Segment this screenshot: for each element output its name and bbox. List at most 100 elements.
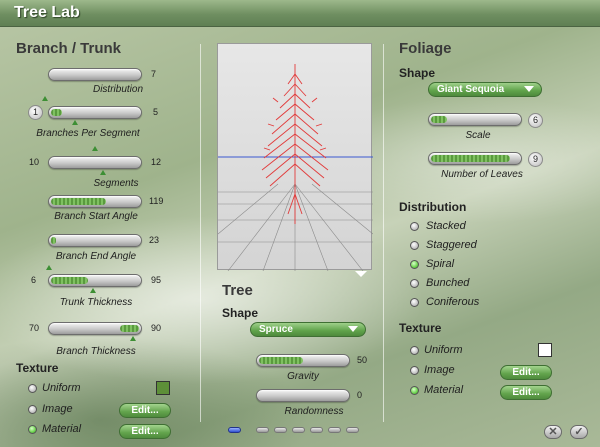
branch-texture-material-edit-button[interactable]: Edit... bbox=[119, 424, 171, 439]
foliage-texture-image-edit-button[interactable]: Edit... bbox=[500, 365, 552, 380]
distribution-radio-staggered[interactable] bbox=[410, 241, 419, 250]
ground-grid bbox=[217, 183, 374, 272]
foliage-scale-label: Scale bbox=[465, 130, 491, 141]
pager-dot-7[interactable] bbox=[346, 427, 359, 433]
foliage-texture-label-uniform: Uniform bbox=[424, 344, 463, 356]
randomness-slider[interactable] bbox=[256, 389, 350, 402]
trunk-min-marker bbox=[46, 265, 52, 270]
branch-texture-radio-uniform[interactable] bbox=[28, 384, 37, 393]
foliage-texture-radio-uniform[interactable] bbox=[410, 346, 419, 355]
branch-texture-color-swatch[interactable] bbox=[156, 381, 170, 395]
foliage-texture-radio-material[interactable] bbox=[410, 386, 419, 395]
branch-end-angle-fill bbox=[51, 237, 56, 244]
trunk-thickness-slider[interactable] bbox=[48, 274, 142, 287]
number-of-leaves-slider[interactable] bbox=[428, 152, 522, 165]
distribution-value: 7 bbox=[151, 69, 157, 79]
segments-slider[interactable] bbox=[48, 156, 142, 169]
pager-dot-6[interactable] bbox=[328, 427, 341, 433]
pager-dot-1[interactable] bbox=[228, 427, 241, 433]
branch-texture-title: Texture bbox=[16, 361, 59, 375]
foliage-texture-color-swatch[interactable] bbox=[538, 343, 552, 357]
tree-lab-window: Tree Lab Branch / Trunk 7 Distribution 1… bbox=[0, 0, 600, 447]
trunk-max-value: 95 bbox=[151, 275, 162, 285]
branch-trunk-title: Branch / Trunk bbox=[16, 40, 122, 57]
left-divider bbox=[200, 44, 201, 422]
tree-shape-value: Spruce bbox=[259, 324, 293, 335]
branch-thickness-min-value: 70 bbox=[29, 323, 40, 333]
branches-per-segment-slider[interactable] bbox=[48, 106, 142, 119]
gravity-slider[interactable] bbox=[256, 354, 350, 367]
pager-dot-3[interactable] bbox=[274, 427, 287, 433]
foliage-title: Foliage bbox=[399, 40, 452, 57]
foliage-texture-radio-image[interactable] bbox=[410, 366, 419, 375]
branch-end-angle-slider[interactable] bbox=[48, 234, 142, 247]
distribution-label-bunched: Bunched bbox=[426, 277, 470, 289]
branches-per-segment-fill bbox=[51, 109, 62, 116]
distribution-radio-stacked[interactable] bbox=[410, 222, 419, 231]
branches-min-value: 1 bbox=[28, 105, 43, 120]
title-bar: Tree Lab bbox=[0, 0, 600, 27]
tree-shape-dropdown[interactable]: Spruce bbox=[250, 322, 366, 337]
branch-thickness-label: Branch Thickness bbox=[56, 346, 136, 357]
randomness-value: 0 bbox=[357, 390, 363, 400]
tree-preview-canvas bbox=[217, 64, 374, 272]
branch-texture-radio-material[interactable] bbox=[28, 425, 37, 434]
close-icon: ✕ bbox=[548, 426, 558, 438]
branches-per-segment-label: Branches Per Segment bbox=[36, 128, 140, 139]
pager-dot-4[interactable] bbox=[292, 427, 305, 433]
foliage-texture-label-material: Material bbox=[424, 384, 464, 396]
segments-min-marker bbox=[92, 146, 98, 151]
distribution-radio-coniferous[interactable] bbox=[410, 298, 419, 307]
preview-expand-icon[interactable] bbox=[355, 271, 367, 277]
pager-dot-2[interactable] bbox=[256, 427, 269, 433]
distribution-label-coniferous: Coniferous bbox=[426, 296, 480, 308]
branches-max-value: 5 bbox=[153, 107, 159, 117]
distribution-title: Distribution bbox=[399, 200, 467, 214]
branch-end-angle-value: 23 bbox=[149, 235, 160, 245]
branches-max-marker bbox=[72, 120, 78, 125]
branch-thickness-max-value: 90 bbox=[151, 323, 162, 333]
tree-model bbox=[261, 64, 329, 224]
foliage-shape-value: Giant Sequoia bbox=[437, 84, 505, 95]
randomness-label: Randomness bbox=[284, 406, 344, 417]
trunk-max-marker bbox=[90, 288, 96, 293]
branches-min-marker bbox=[42, 96, 48, 101]
distribution-label-staggered: Staggered bbox=[426, 239, 477, 251]
trunk-min-value: 6 bbox=[31, 275, 37, 285]
gravity-value: 50 bbox=[357, 355, 368, 365]
checkmark-icon: ✓ bbox=[574, 426, 584, 438]
distribution-radio-bunched[interactable] bbox=[410, 279, 419, 288]
branch-start-angle-fill bbox=[51, 198, 106, 205]
segments-label: Segments bbox=[93, 178, 139, 189]
chevron-down-icon bbox=[348, 326, 358, 332]
number-of-leaves-label: Number of Leaves bbox=[441, 169, 523, 180]
branch-texture-label-uniform: Uniform bbox=[42, 382, 81, 394]
distribution-label: Distribution bbox=[92, 84, 144, 95]
distribution-slider[interactable] bbox=[48, 68, 142, 81]
branch-texture-label-image: Image bbox=[42, 403, 73, 415]
right-divider bbox=[383, 44, 384, 422]
confirm-button[interactable]: ✓ bbox=[570, 425, 588, 439]
branch-texture-image-edit-button[interactable]: Edit... bbox=[119, 403, 171, 418]
close-button[interactable]: ✕ bbox=[544, 425, 562, 439]
foliage-texture-material-edit-button[interactable]: Edit... bbox=[500, 385, 552, 400]
distribution-label-stacked: Stacked bbox=[426, 220, 466, 232]
pager-dot-5[interactable] bbox=[310, 427, 323, 433]
trunk-thickness-fill bbox=[51, 277, 88, 284]
foliage-shape-dropdown[interactable]: Giant Sequoia bbox=[428, 82, 542, 97]
branch-start-angle-slider[interactable] bbox=[48, 195, 142, 208]
distribution-radio-spiral[interactable] bbox=[410, 260, 419, 269]
segments-max-marker bbox=[100, 170, 106, 175]
branch-texture-radio-image[interactable] bbox=[28, 405, 37, 414]
segments-min-value: 10 bbox=[29, 157, 40, 167]
tree-preview-viewport[interactable] bbox=[217, 43, 374, 272]
foliage-scale-fill bbox=[431, 116, 447, 123]
branch-thickness-slider[interactable] bbox=[48, 322, 142, 335]
foliage-scale-slider[interactable] bbox=[428, 113, 522, 126]
tree-shape-label: Shape bbox=[222, 306, 259, 320]
foliage-scale-value: 6 bbox=[528, 113, 543, 128]
branch-thickness-fill bbox=[120, 325, 139, 332]
branch-thickness-marker bbox=[130, 336, 136, 341]
gravity-label: Gravity bbox=[287, 371, 319, 382]
window-title: Tree Lab bbox=[14, 4, 80, 21]
